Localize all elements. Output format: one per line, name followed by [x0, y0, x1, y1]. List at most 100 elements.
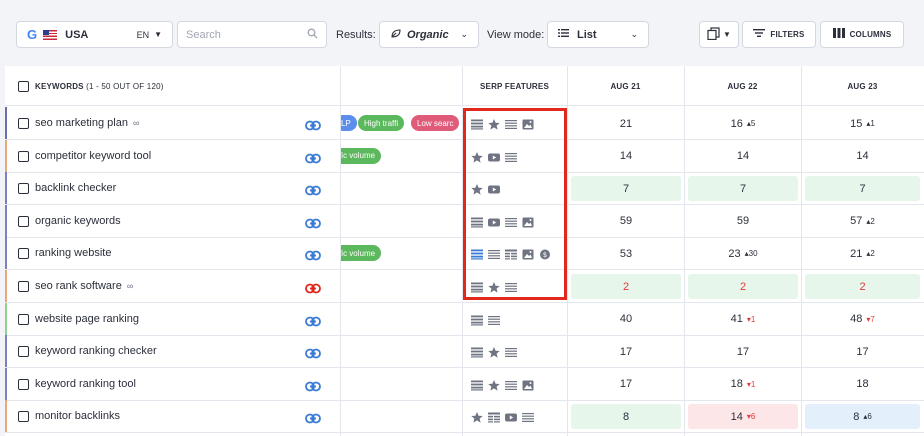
serp-image-icon	[522, 247, 534, 260]
row-checkbox[interactable]	[18, 248, 29, 260]
position-change: ▾7	[866, 314, 875, 324]
keyword-tag[interactable]: Low searc	[411, 115, 460, 131]
row-checkbox[interactable]	[18, 150, 29, 162]
position-cell[interactable]: 41 ▾1	[688, 307, 798, 332]
link-icon[interactable]	[305, 411, 321, 424]
position-cell[interactable]: 21 ▴2	[805, 241, 920, 266]
serp-features-header[interactable]: SERP FEATURES	[462, 66, 567, 106]
position-cell[interactable]: 7	[571, 176, 681, 202]
search-input[interactable]: Search	[177, 21, 327, 48]
position-cell[interactable]: 7	[805, 176, 920, 202]
keyword-text[interactable]: organic keywords	[35, 215, 121, 227]
tags-cell	[341, 303, 462, 335]
table-row[interactable]: seo rank software ∞ 2 2 2	[5, 270, 924, 303]
date-column-header[interactable]: AUG 21	[567, 66, 684, 106]
position-cell[interactable]: 57 ▴2	[805, 209, 920, 234]
table-row[interactable]: monitor backlinks 8 14 ▾6 8 ▴6	[5, 400, 924, 434]
position-cell[interactable]: 14	[805, 144, 920, 169]
table-row[interactable]: keyword ranking checker 17 17 17	[5, 335, 924, 369]
position-cell[interactable]: 2	[688, 274, 798, 299]
position-cell[interactable]: 40	[571, 307, 681, 332]
position-cell[interactable]: 23 ▴30	[688, 241, 798, 266]
keyword-tag[interactable]: ffic volume	[341, 245, 382, 262]
position-cell[interactable]: 16 ▴5	[688, 111, 798, 136]
link-icon[interactable]	[305, 379, 321, 392]
row-checkbox[interactable]	[18, 118, 29, 129]
position-cell[interactable]: 2	[571, 274, 681, 299]
tags-cell: ffic volume	[341, 237, 462, 269]
table-row[interactable]: keyword ranking tool 17 18 ▾1 18	[5, 367, 924, 401]
table-row[interactable]: backlink checker 7 7 7	[5, 172, 924, 206]
position-cell[interactable]: 7	[688, 176, 798, 202]
copy-button[interactable]: ▼	[699, 21, 739, 48]
link-icon[interactable]	[305, 314, 321, 326]
keyword-text[interactable]: website page ranking	[35, 313, 139, 325]
country-selector[interactable]: G USA EN ▼	[16, 21, 173, 48]
keyword-text[interactable]: monitor backlinks	[35, 410, 120, 422]
keyword-text[interactable]: seo marketing plan ∞	[35, 117, 139, 129]
keyword-text[interactable]: keyword ranking tool	[35, 378, 136, 390]
row-checkbox[interactable]	[18, 313, 29, 325]
position-cell[interactable]: 17	[688, 339, 798, 364]
link-icon[interactable]	[305, 216, 321, 229]
link-icon[interactable]	[305, 118, 321, 131]
serp-list-icon	[471, 313, 483, 326]
position-cell[interactable]: 17	[571, 372, 681, 397]
position-cell[interactable]: 53	[571, 241, 681, 266]
date-column-header[interactable]: AUG 23	[801, 66, 924, 106]
columns-button[interactable]: COLUMNS	[820, 21, 904, 48]
link-icon[interactable]	[305, 248, 321, 261]
position-cell[interactable]: 48 ▾7	[805, 307, 920, 332]
row-stripe	[5, 367, 7, 400]
position-cell[interactable]: 15 ▴1	[805, 111, 920, 136]
table-row[interactable]: organic keywords 59 59 57 ▴2	[5, 204, 924, 238]
link-icon[interactable]	[305, 346, 321, 359]
position-cell[interactable]: 59	[688, 209, 798, 234]
serp-image-icon	[522, 378, 534, 391]
serp-lines-icon	[505, 117, 517, 129]
position-cell[interactable]: 21	[571, 111, 681, 136]
results-value: Organic	[407, 28, 449, 41]
table-row[interactable]: ranking website ffic volume $53 23▴30 21▴2	[5, 237, 924, 271]
position-cell[interactable]: 14	[688, 144, 798, 169]
position-cell[interactable]: 14 ▾6	[688, 404, 798, 430]
table-row[interactable]: website page ranking 40 41 ▾1 48 ▾7	[5, 302, 924, 336]
row-checkbox[interactable]	[18, 215, 29, 227]
position-cell[interactable]: 14	[571, 144, 681, 169]
row-checkbox[interactable]	[18, 281, 29, 292]
table-row[interactable]: competitor keyword tool ffic volume 14 14 14	[5, 139, 924, 173]
position-cell[interactable]: 17	[805, 339, 920, 364]
keyword-text[interactable]: keyword ranking checker	[35, 345, 157, 357]
table-row[interactable]: seo marketing plan ∞ LP High traffi Low sear…	[5, 107, 924, 140]
filters-button[interactable]: FILTERS	[742, 21, 816, 48]
serp-star-icon	[471, 150, 483, 163]
row-checkbox[interactable]	[18, 411, 29, 423]
position-cell[interactable]: 59	[571, 209, 681, 234]
position-cell[interactable]: 8 ▴6	[805, 404, 920, 430]
link-icon[interactable]	[305, 151, 321, 163]
keyword-tag[interactable]: High traffi	[358, 115, 405, 131]
keyword-tag[interactable]: LP	[341, 115, 357, 131]
keyword-text[interactable]: competitor keyword tool	[35, 150, 151, 162]
keyword-text[interactable]: backlink checker	[35, 182, 116, 194]
position-cell[interactable]: 18 ▾1	[688, 372, 798, 397]
link-icon[interactable]	[305, 183, 321, 196]
row-checkbox[interactable]	[18, 183, 29, 195]
results-dropdown[interactable]: Organic ⌄	[379, 21, 479, 48]
select-all-checkbox[interactable]	[18, 80, 29, 92]
viewmode-dropdown[interactable]: List ⌄	[547, 21, 649, 48]
position-value: 2	[622, 280, 630, 293]
keyword-text[interactable]: seo rank software ∞	[35, 280, 133, 292]
tags-cell	[341, 172, 462, 204]
position-cell[interactable]: 18	[805, 372, 920, 397]
keyword-tag[interactable]: ffic volume	[341, 147, 382, 164]
row-checkbox[interactable]	[18, 346, 29, 358]
date-column-header[interactable]: AUG 22	[684, 66, 801, 106]
row-checkbox[interactable]	[18, 378, 29, 390]
link-icon[interactable]	[305, 281, 321, 294]
position-cell[interactable]: 8	[571, 404, 681, 430]
serp-video-icon	[488, 182, 500, 194]
position-cell[interactable]: 2	[805, 274, 920, 299]
keyword-text[interactable]: ranking website	[35, 247, 111, 259]
position-cell[interactable]: 17	[571, 339, 681, 364]
